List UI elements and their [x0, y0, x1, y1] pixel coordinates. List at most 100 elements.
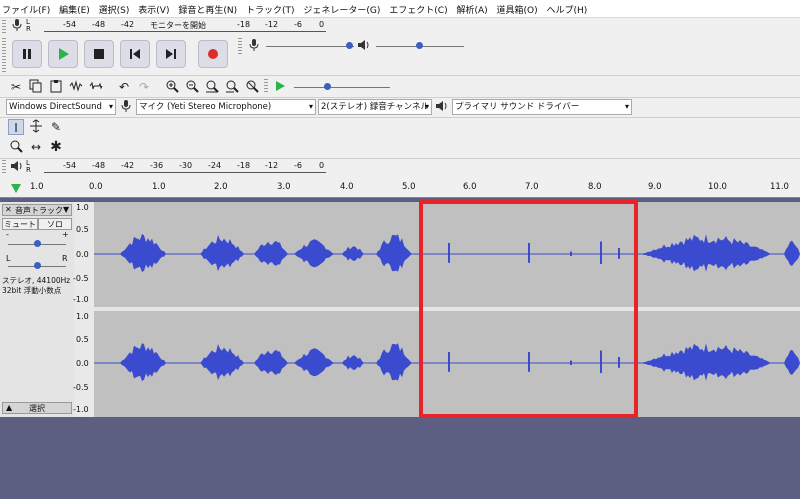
menu-generate[interactable]: ジェネレーター(G) [301, 0, 382, 16]
menu-select[interactable]: 選択(S) [97, 0, 132, 16]
play-head-icon[interactable] [10, 183, 22, 194]
recording-channels-select[interactable]: 2(ステレオ) 録音チャンネル ▾ [318, 99, 432, 115]
waveform-burst [200, 343, 244, 381]
timeline-ruler[interactable]: 1.0 0.0 1.0 2.0 3.0 4.0 5.0 6.0 7.0 8.0 … [0, 181, 800, 198]
envelope-tool-icon[interactable] [28, 119, 44, 135]
zoom-out-icon[interactable] [184, 79, 200, 95]
toolbar-grip[interactable] [2, 20, 6, 34]
toolbar-area: L R -54 -48 -42 モニターを開始 -18 -12 -6 0 ✂ ↶… [0, 18, 800, 198]
multi-tool-icon[interactable]: ✱ [48, 139, 64, 155]
fit-project-icon[interactable] [224, 79, 240, 95]
zoom-toggle-icon[interactable] [244, 79, 260, 95]
toolbar-grip[interactable] [2, 38, 6, 72]
audio-host-select[interactable]: Windows DirectSound ▾ [6, 99, 116, 115]
speaker-icon[interactable] [9, 159, 25, 175]
ruler-label: 3.0 [277, 182, 291, 192]
pause-button[interactable] [12, 40, 42, 68]
gain-slider[interactable] [8, 238, 66, 250]
ruler-label: 6.0 [463, 182, 477, 192]
toolbar-grip[interactable] [238, 38, 242, 54]
fit-selection-icon[interactable] [204, 79, 220, 95]
ruler-label: 7.0 [525, 182, 539, 192]
track-select-button[interactable]: 選択 [29, 403, 45, 414]
paste-icon[interactable] [48, 79, 64, 95]
ruler-label: 1.0 [152, 182, 166, 192]
menu-analyze[interactable]: 解析(A) [454, 0, 489, 16]
highlight-box [419, 200, 638, 418]
zoom-tool-icon[interactable] [8, 139, 24, 155]
meter-tick: -42 [121, 20, 135, 29]
meter-tick: -36 [150, 161, 164, 170]
pan-slider[interactable] [8, 260, 66, 272]
menu-effect[interactable]: エフェクト(C) [387, 0, 449, 16]
meter-tick: -18 [237, 161, 251, 170]
monitor-label[interactable]: モニターを開始 [150, 20, 206, 31]
undo-icon[interactable]: ↶ [116, 79, 132, 95]
chevron-down-icon[interactable]: ▼ [63, 205, 69, 214]
toolbar-grip[interactable] [2, 160, 6, 174]
waveform-burst [294, 348, 334, 377]
toolbar-grip[interactable] [264, 79, 268, 93]
play-at-speed-icon[interactable] [272, 79, 288, 95]
ruler-label: 10.0 [708, 182, 727, 192]
menu-file[interactable]: ファイル(F) [0, 0, 52, 16]
waveform-burst [642, 234, 772, 272]
audio-host-value: Windows DirectSound [9, 102, 102, 112]
menu-view[interactable]: 表示(V) [136, 0, 171, 16]
meter-tick: -6 [294, 161, 302, 170]
speaker-icon [434, 99, 450, 115]
scale-label: 0.5 [76, 335, 89, 344]
waveform-burst [784, 240, 800, 267]
recording-volume-slider[interactable] [266, 40, 354, 52]
cut-icon[interactable]: ✂ [8, 79, 24, 95]
skip-start-icon [130, 49, 140, 59]
collapse-icon[interactable]: ▲ [6, 403, 12, 412]
draw-tool-icon[interactable]: ✎ [48, 119, 64, 135]
waveform-burst [120, 234, 166, 272]
menu-tools[interactable]: 道具箱(O) [495, 0, 540, 16]
menu-transport[interactable]: 録音と再生(N) [176, 0, 239, 16]
play-speed-slider[interactable] [294, 81, 390, 93]
track-close-button[interactable]: ✕ [5, 205, 12, 214]
scale-label: 1.0 [76, 312, 89, 321]
select-tool-icon[interactable]: I [8, 119, 24, 135]
recording-device-select[interactable]: マイク (Yeti Stereo Microphone) ▾ [136, 99, 316, 115]
meter-tick: 0 [319, 161, 325, 170]
playback-volume-slider[interactable] [376, 40, 464, 52]
play-button[interactable] [48, 40, 78, 68]
skip-end-button[interactable] [156, 40, 186, 68]
record-button[interactable] [198, 40, 228, 68]
playback-device-select[interactable]: プライマリ サウンド ドライバー ▾ [452, 99, 632, 115]
stop-button[interactable] [84, 40, 114, 68]
skip-start-button[interactable] [120, 40, 150, 68]
waveform-burst [120, 343, 166, 381]
menu-help[interactable]: ヘルプ(H) [545, 0, 590, 16]
meter-tick: -6 [294, 20, 302, 29]
menu-edit[interactable]: 編集(E) [57, 0, 92, 16]
skip-end-icon [166, 49, 176, 59]
scale-label: -0.5 [73, 274, 89, 283]
timeshift-tool-icon[interactable]: ↔ [28, 139, 44, 155]
chevron-down-icon: ▾ [108, 102, 113, 111]
scale-label: -1.0 [73, 405, 89, 414]
waveform-burst [254, 349, 288, 375]
silence-icon[interactable] [88, 79, 104, 95]
vertical-scale[interactable]: 1.0 0.5 0.0 -0.5 -1.0 1.0 0.5 0.0 -0.5 -… [73, 202, 94, 417]
track-name-menu[interactable]: 音声トラック [15, 205, 63, 216]
copy-icon[interactable] [28, 79, 44, 95]
meter-tick: -12 [265, 20, 279, 29]
redo-icon[interactable]: ↷ [136, 79, 152, 95]
chevron-down-icon: ▾ [624, 102, 629, 111]
mic-icon[interactable] [9, 18, 25, 34]
menu-tracks[interactable]: トラック(T) [244, 0, 297, 16]
trim-icon[interactable] [68, 79, 84, 95]
zoom-in-icon[interactable] [164, 79, 180, 95]
record-meter[interactable]: L R -54 -48 -42 モニターを開始 -18 -12 -6 0 [26, 18, 326, 33]
playback-meter[interactable]: L R -54 -48 -42 -36 -30 -24 -18 -12 -6 0 [26, 159, 326, 174]
mute-button[interactable]: ミュート [2, 218, 38, 230]
solo-button[interactable]: ソロ [38, 218, 72, 230]
meter-tick: -48 [92, 20, 106, 29]
scale-label: -1.0 [73, 295, 89, 304]
mic-icon [118, 99, 134, 115]
waveform-burst [642, 343, 772, 381]
